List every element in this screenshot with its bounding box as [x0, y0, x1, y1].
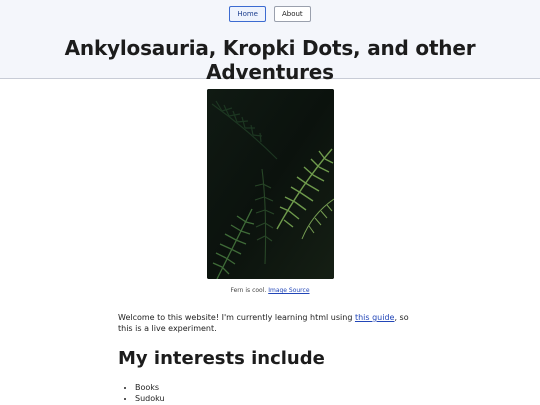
nav-home-link[interactable]: Home: [229, 6, 266, 22]
intro-text-before: Welcome to this website! I'm currently l…: [118, 313, 355, 322]
caption-text: Fern is cool.: [230, 287, 269, 294]
fern-photo: [206, 89, 334, 279]
nav-about-link[interactable]: About: [273, 6, 311, 22]
intro-paragraph: Welcome to this website! I'm currently l…: [118, 312, 418, 334]
list-item: Sudoku: [135, 393, 418, 404]
figure-caption: Fern is cool. Image Source: [0, 287, 540, 295]
list-item: Books: [135, 382, 418, 393]
main-content: Welcome to this website! I'm currently l…: [118, 312, 418, 404]
site-title: Ankylosauria, Kropki Dots, and other Adv…: [64, 36, 476, 84]
guide-link[interactable]: this guide: [355, 313, 395, 322]
fern-image: [206, 89, 334, 279]
interests-heading: My interests include: [118, 348, 325, 369]
image-source-link[interactable]: Image Source: [268, 287, 309, 294]
interests-list: Books Sudoku: [118, 382, 418, 404]
main-nav: Home About: [0, 6, 540, 22]
fern-figure: Fern is cool. Image Source: [0, 89, 540, 295]
site-header: Home About Ankylosauria, Kropki Dots, and…: [0, 0, 540, 84]
